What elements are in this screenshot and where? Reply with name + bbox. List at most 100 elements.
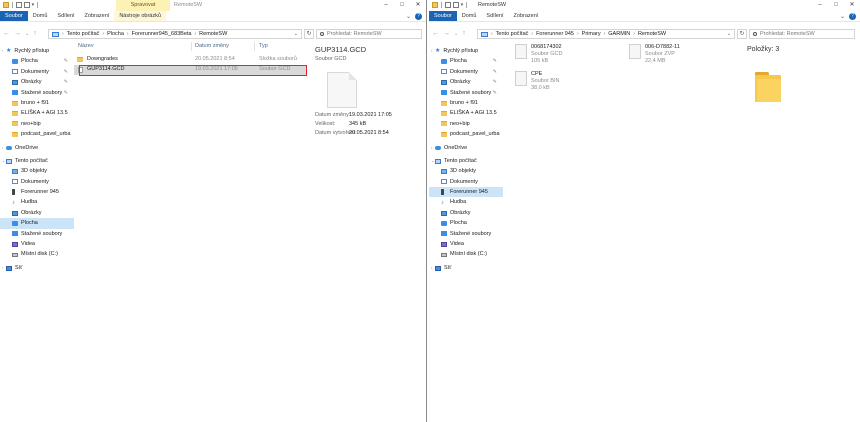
refresh-icon[interactable]: ↻ xyxy=(737,29,747,39)
nav-folder-neo[interactable]: neo+bip xyxy=(0,119,74,129)
file-tile[interactable]: 006-D7882-11 Soubor ZVP 22,4 MB xyxy=(629,44,739,68)
search-input[interactable]: Prohledat: RemoteSW xyxy=(316,29,422,39)
nav-documents[interactable]: Dokumenty ✎ xyxy=(429,67,503,77)
column-header-name[interactable]: Název xyxy=(78,42,94,51)
tab-share[interactable]: Sdílení xyxy=(481,11,508,21)
breadcrumb-forerunner[interactable]: Forerunner 945 xyxy=(536,31,574,37)
address-bar[interactable]: › Tento počítač › Plocha › Forerunner945… xyxy=(48,29,302,39)
nav-pc-pictures[interactable]: Obrázky xyxy=(0,208,74,218)
breadcrumb-garmin[interactable]: GARMIN xyxy=(608,31,630,37)
file-tile[interactable]: CPE Soubor BIN 38,0 kB xyxy=(515,71,625,95)
close-icon[interactable]: ✕ xyxy=(410,0,426,11)
breadcrumb-this-pc[interactable]: Tento počítač xyxy=(496,31,529,37)
expand-icon[interactable]: › xyxy=(2,143,3,153)
nav-pc-desktop[interactable]: Plocha xyxy=(0,218,74,229)
nav-folder-neo[interactable]: neo+bip xyxy=(429,119,503,129)
search-input[interactable]: Prohledat: RemoteSW xyxy=(749,29,855,39)
nav-videos[interactable]: Videa xyxy=(429,239,503,249)
nav-folder-eliska[interactable]: ELIŠKA + AGI 13.5 xyxy=(429,108,503,118)
up-icon[interactable]: ↑ xyxy=(462,30,466,38)
breadcrumb-desktop[interactable]: Plocha xyxy=(107,31,124,37)
help-icon[interactable]: ? xyxy=(415,12,422,20)
nav-forerunner[interactable]: Forerunner 945 xyxy=(429,187,503,198)
expand-icon[interactable]: ⌄ xyxy=(2,156,5,166)
breadcrumb-this-pc[interactable]: Tento počítač xyxy=(67,31,100,37)
nav-folder-eliska[interactable]: ELIŠKA + AGI 13.5 xyxy=(0,108,74,118)
nav-pc-pictures[interactable]: Obrázky xyxy=(429,208,503,218)
context-tab-manage[interactable]: Spravovat xyxy=(116,0,170,11)
nav-quick-access[interactable]: › ★ Rychlý přístup xyxy=(0,46,74,56)
chevron-down-icon[interactable]: ⌄ xyxy=(294,31,298,37)
tab-view[interactable]: Zobrazení xyxy=(509,11,544,21)
folder-icon[interactable] xyxy=(3,2,9,8)
nav-downloads[interactable]: Stažené soubory ✎ xyxy=(429,88,503,98)
nav-this-pc[interactable]: ⌄ Tento počítač xyxy=(429,156,503,166)
nav-music[interactable]: ♪ Hudba xyxy=(429,197,503,207)
properties-icon[interactable] xyxy=(15,2,22,8)
nav-pc-downloads[interactable]: Stažené soubory xyxy=(0,229,74,239)
nav-desktop[interactable]: Plocha ✎ xyxy=(0,56,74,66)
tab-file[interactable]: Soubor xyxy=(429,11,457,21)
address-bar[interactable]: › Tento počítač › Forerunner 945 › Prima… xyxy=(477,29,735,39)
recent-locations-icon[interactable]: ⌄ xyxy=(25,30,29,38)
breadcrumb-remotesw[interactable]: RemoteSW xyxy=(199,31,227,37)
nav-downloads[interactable]: Stažené soubory ✎ xyxy=(0,88,74,98)
nav-3d-objects[interactable]: 3D objekty xyxy=(0,166,74,176)
expand-icon[interactable]: ⌄ xyxy=(431,156,434,166)
chevron-down-icon[interactable]: ⌄ xyxy=(840,13,845,20)
nav-pictures[interactable]: Obrázky ✎ xyxy=(0,77,74,87)
nav-network[interactable]: › Síť xyxy=(0,263,74,273)
nav-pictures[interactable]: Obrázky ✎ xyxy=(429,77,503,87)
nav-pc-desktop[interactable]: Plocha xyxy=(429,218,503,228)
nav-onedrive[interactable]: › OneDrive xyxy=(429,143,503,153)
nav-onedrive[interactable]: › OneDrive xyxy=(0,143,74,153)
nav-pc-documents[interactable]: Dokumenty xyxy=(0,177,74,187)
nav-pc-documents[interactable]: Dokumenty xyxy=(429,177,503,187)
nav-desktop[interactable]: Plocha ✎ xyxy=(429,56,503,66)
tab-share[interactable]: Sdílení xyxy=(52,11,79,21)
minimize-icon[interactable]: – xyxy=(812,0,828,11)
tab-picture-tools[interactable]: Nástroje obrázků xyxy=(114,11,166,21)
nav-videos[interactable]: Videa xyxy=(0,239,74,249)
breadcrumb-forerunner-beta[interactable]: Forerunner945_683Beta xyxy=(132,31,192,37)
new-folder-icon[interactable] xyxy=(23,2,30,8)
maximize-icon[interactable]: □ xyxy=(828,0,844,11)
expand-icon[interactable]: › xyxy=(2,46,3,56)
nav-music[interactable]: ♪ Hudba xyxy=(0,197,74,207)
up-icon[interactable]: ↑ xyxy=(33,30,37,38)
table-row[interactable]: Downgrades 20.05.2021 8:54 Složka soubor… xyxy=(74,55,306,65)
maximize-icon[interactable]: □ xyxy=(394,0,410,11)
expand-icon[interactable]: › xyxy=(431,263,432,273)
expand-icon[interactable]: › xyxy=(431,143,432,153)
nav-3d-objects[interactable]: 3D objekty xyxy=(429,166,503,176)
nav-pc-downloads[interactable]: Stažené soubory xyxy=(429,229,503,239)
back-icon[interactable]: ← xyxy=(3,30,10,38)
nav-quick-access[interactable]: › ★ Rychlý přístup xyxy=(429,46,503,56)
forward-icon[interactable]: → xyxy=(14,30,21,38)
recent-locations-icon[interactable]: ⌄ xyxy=(454,30,458,38)
breadcrumb-remotesw[interactable]: RemoteSW xyxy=(638,31,666,37)
help-icon[interactable]: ? xyxy=(849,12,856,20)
breadcrumb-primary[interactable]: Primary xyxy=(582,31,601,37)
customize-toolbar-icon[interactable]: ▾ xyxy=(32,2,35,8)
nav-folder-bruno[interactable]: bruno + f91 xyxy=(429,98,503,108)
properties-icon[interactable] xyxy=(444,2,451,8)
expand-icon[interactable]: › xyxy=(431,46,432,56)
chevron-down-icon[interactable]: ⌄ xyxy=(406,13,411,20)
tab-file[interactable]: Soubor xyxy=(0,11,28,21)
tab-home[interactable]: Domů xyxy=(28,11,53,21)
forward-icon[interactable]: → xyxy=(443,30,450,38)
column-divider[interactable] xyxy=(191,42,192,51)
column-header-date[interactable]: Datum změny xyxy=(195,42,229,51)
chevron-down-icon[interactable]: ⌄ xyxy=(727,31,731,37)
nav-folder-podcast[interactable]: podcast_pavel_urba xyxy=(429,129,503,139)
nav-local-disk[interactable]: Místní disk (C:) xyxy=(429,249,503,259)
back-icon[interactable]: ← xyxy=(432,30,439,38)
new-folder-icon[interactable] xyxy=(452,2,459,8)
folder-icon[interactable] xyxy=(432,2,438,8)
tab-view[interactable]: Zobrazení xyxy=(80,11,115,21)
nav-local-disk[interactable]: Místní disk (C:) xyxy=(0,249,74,259)
nav-folder-bruno[interactable]: bruno + f91 xyxy=(0,98,74,108)
minimize-icon[interactable]: – xyxy=(378,0,394,11)
refresh-icon[interactable]: ↻ xyxy=(304,29,314,39)
